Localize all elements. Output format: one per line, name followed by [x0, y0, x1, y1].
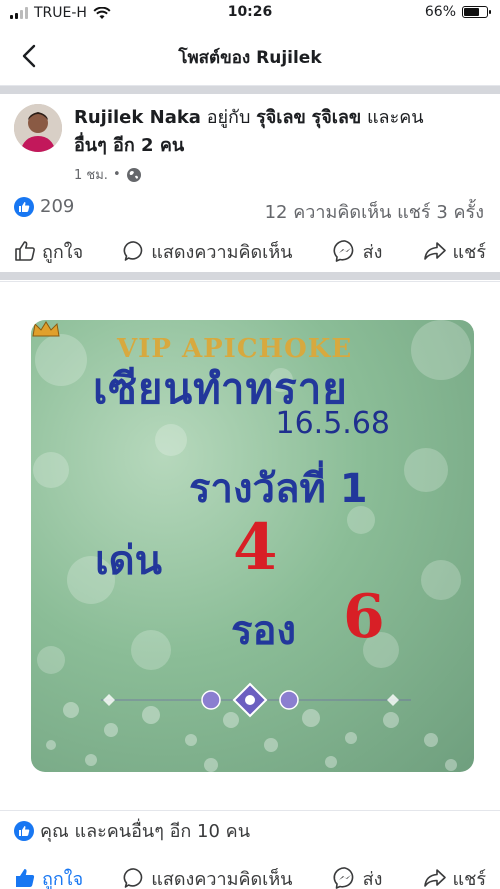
comment-label: แสดงความคิดเห็น	[151, 241, 293, 263]
comment-icon	[123, 868, 143, 888]
author-line: Rujilek Naka อยู่กับ รุจิเลข รุจิเลข และ…	[74, 104, 484, 160]
battery-fill	[464, 8, 479, 16]
send-button[interactable]: ส่ง	[333, 864, 383, 889]
tagged-user-2[interactable]: รุจิเลข	[312, 107, 362, 128]
messenger-icon	[333, 867, 353, 889]
reactions-summary[interactable]: คุณ และคนอื่นๆ อีก 10 คน	[0, 810, 500, 850]
send-button[interactable]: ส่ง	[333, 237, 383, 266]
share-icon	[423, 869, 446, 887]
like-count[interactable]: 209	[14, 196, 74, 217]
second-label: รอง	[231, 608, 297, 654]
share-icon	[423, 242, 446, 260]
prize-label: รางวัลที่ 1	[189, 466, 368, 512]
comment-label: แสดงความคิดเห็น	[151, 868, 293, 889]
share-label: แชร์	[452, 868, 487, 889]
lead-label: เด่น	[95, 538, 162, 584]
post-header: Rujilek Naka อยู่กับ รุจิเลข รุจิเลข และ…	[0, 94, 500, 190]
status-right: 66%	[424, 4, 491, 20]
post-counts: 209 12 ความคิดเห็น แชร์ 3 ครั้ง	[0, 192, 500, 226]
post-time[interactable]: 1 ชม.	[74, 164, 108, 185]
like-badge-icon	[14, 196, 34, 217]
comment-icon	[123, 241, 143, 261]
section-divider	[0, 86, 500, 94]
like-button[interactable]: ถูกใจ	[14, 237, 83, 266]
globe-icon	[126, 167, 141, 182]
tagged-user-1[interactable]: รุจิเลข	[256, 107, 306, 128]
battery-icon	[462, 6, 491, 18]
like-badge-icon	[14, 820, 34, 841]
draw-date: 16.5.68	[275, 406, 390, 441]
page-title: โพสต์ของ Rujilek	[178, 48, 322, 68]
avatar[interactable]	[14, 104, 62, 152]
lottery-image: VIP APICHOKE เซียนทำทราย 16.5.68 รางวัลท…	[31, 320, 474, 772]
avatar-image	[14, 104, 62, 152]
comment-button[interactable]: แสดงความคิดเห็น	[123, 864, 293, 889]
tagged-others[interactable]: อื่นๆ อีก 2 คน	[74, 135, 184, 156]
status-bar: TRUE-H 10:26 66%	[0, 0, 500, 26]
post-meta: 1 ชม. •	[74, 164, 142, 185]
share-button[interactable]: แชร์	[423, 237, 487, 266]
nav-bar: โพสต์ของ Rujilek	[0, 28, 500, 86]
reactions-text: คุณ และคนอื่นๆ อีก 10 คน	[40, 821, 251, 842]
with-text: อยู่กับ	[200, 107, 257, 128]
and-text: และคน	[361, 107, 424, 128]
image-action-bar: ถูกใจ แสดงความคิดเห็น ส่ง แชร์	[0, 858, 500, 889]
thumbs-up-filled-icon	[16, 869, 35, 887]
share-button[interactable]: แชร์	[423, 864, 487, 889]
comment-share-count[interactable]: 12 ความคิดเห็น แชร์ 3 ครั้ง	[265, 197, 484, 226]
messenger-icon	[333, 240, 353, 262]
post-image-card[interactable]: VIP APICHOKE เซียนทำทราย 16.5.68 รางวัลท…	[0, 281, 500, 807]
post-action-bar: ถูกใจ แสดงความคิดเห็น ส่ง แชร์	[0, 231, 500, 271]
like-label: ถูกใจ	[42, 868, 84, 889]
send-label: ส่ง	[362, 241, 383, 263]
meta-separator: •	[112, 167, 121, 182]
second-number: 6	[343, 582, 385, 652]
crown-icon	[32, 321, 60, 337]
lead-number: 4	[233, 510, 278, 585]
section-divider	[0, 272, 500, 280]
like-label: ถูกใจ	[42, 241, 84, 263]
share-label: แชร์	[452, 241, 487, 263]
comment-button[interactable]: แสดงความคิดเห็น	[123, 237, 293, 266]
like-count-value: 209	[40, 196, 75, 217]
send-label: ส่ง	[362, 868, 383, 889]
thumbs-up-icon	[15, 241, 35, 261]
battery-percent: 66%	[424, 4, 456, 20]
author-name[interactable]: Rujilek Naka	[74, 107, 201, 128]
like-button[interactable]: ถูกใจ	[14, 864, 83, 889]
